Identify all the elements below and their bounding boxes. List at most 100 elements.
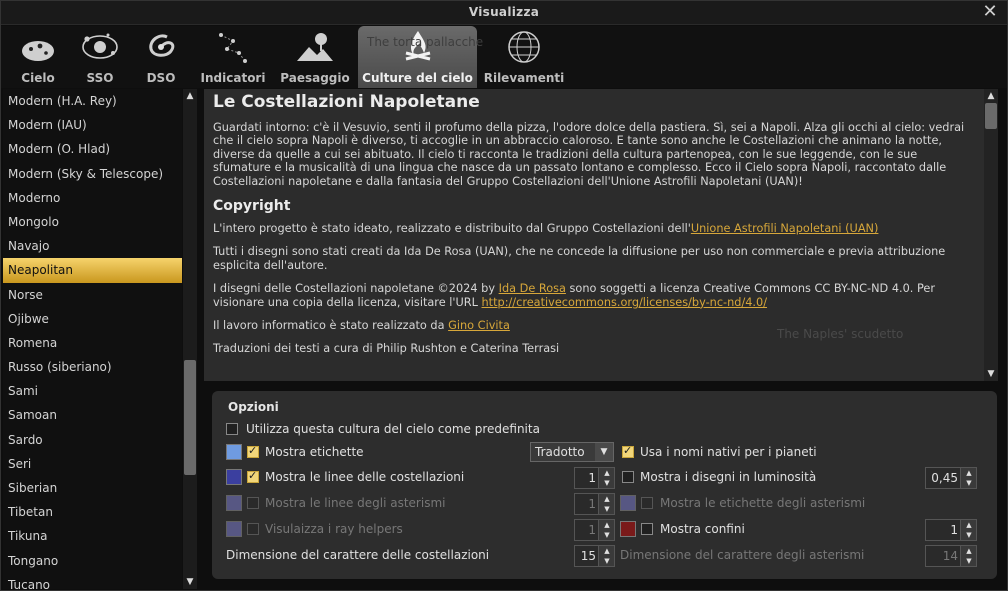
sky-culture-item[interactable]: Tucano <box>3 573 182 589</box>
close-icon[interactable]: ✕ <box>981 2 999 22</box>
sky-culture-item[interactable]: Sardo <box>3 428 182 452</box>
sky-culture-item[interactable]: Sami <box>3 379 182 403</box>
art-brightness-checkbox[interactable] <box>622 471 634 483</box>
ray-helpers-width-spinbox[interactable]: 1 ▲ ▼ <box>574 519 615 541</box>
license-link[interactable]: http://creativecommons.org/licenses/by-n… <box>482 296 768 309</box>
tab-cielo[interactable]: Cielo <box>7 26 69 88</box>
options-title: Opzioni <box>228 400 279 414</box>
sky-culture-item[interactable]: Samoan <box>3 403 182 427</box>
spin-down-icon[interactable]: ▼ <box>599 504 615 514</box>
scrollbar-thumb[interactable] <box>985 103 997 129</box>
tab-paesaggio[interactable]: Paesaggio <box>277 26 353 88</box>
ray-helpers-label: Visulaizza i ray helpers <box>265 522 403 536</box>
tab-label: SSO <box>86 71 114 85</box>
constellation-font-spinbox[interactable]: 15 ▲ ▼ <box>574 545 615 567</box>
constellation-lines-label: Mostra le linee delle costellazioni <box>265 470 465 484</box>
sky-culture-item[interactable]: Neapolitan <box>3 258 182 283</box>
title-bar[interactable]: Visualizza ✕ <box>1 1 1007 25</box>
asterism-font-spinbox[interactable]: 14 ▲ ▼ <box>925 545 977 567</box>
copyright-paragraph-5: Traduzioni dei testi a cura di Philip Ru… <box>213 342 560 356</box>
show-labels-checkbox[interactable] <box>247 444 259 458</box>
spin-up-icon[interactable]: ▲ <box>961 468 977 478</box>
labels-mode-select[interactable]: Tradotto ▼ <box>530 442 614 462</box>
ray-helpers-checkbox[interactable] <box>247 523 259 535</box>
sky-culture-item[interactable]: Ojibwe <box>3 307 182 331</box>
spin-down-icon[interactable]: ▼ <box>599 530 615 540</box>
spin-up-icon[interactable]: ▲ <box>961 520 977 530</box>
sky-culture-item[interactable]: Tibetan <box>3 500 182 524</box>
tab-indicatori[interactable]: Indicatori <box>197 26 269 88</box>
boundaries-checkbox[interactable] <box>641 523 653 535</box>
sky-culture-item[interactable]: Romena <box>3 331 182 355</box>
sky-culture-item[interactable]: Modern (O. Hlad) <box>3 137 182 161</box>
uan-link[interactable]: Unione Astrofili Napoletani (UAN) <box>691 222 879 235</box>
sky-culture-item[interactable]: Tongano <box>3 549 182 573</box>
ray-helpers-color-swatch[interactable] <box>226 521 242 537</box>
spin-down-icon[interactable]: ▼ <box>961 556 977 566</box>
spin-down-icon[interactable]: ▼ <box>961 530 977 540</box>
spinbox-buttons: ▲ ▼ <box>598 520 614 540</box>
tab-label: Culture del cielo <box>362 71 473 85</box>
spin-down-icon[interactable]: ▼ <box>599 478 615 488</box>
tab-label: Indicatori <box>200 71 266 85</box>
boundaries-color-swatch[interactable] <box>620 521 636 537</box>
art-brightness-spinbox[interactable]: 0,45 ▲ ▼ <box>925 467 977 489</box>
spinbox-value: 1 <box>950 523 958 537</box>
spinbox-value: 1 <box>588 471 596 485</box>
sky-culture-item[interactable]: Moderno <box>3 186 182 210</box>
sky-culture-list-scrollbar[interactable]: ▲ ▼ <box>183 89 197 589</box>
sky-culture-item[interactable]: Modern (H.A. Rey) <box>3 89 182 113</box>
scroll-up-icon[interactable]: ▲ <box>183 89 197 103</box>
sky-culture-item[interactable]: Russo (siberiano) <box>3 355 182 379</box>
scroll-up-icon[interactable]: ▲ <box>984 89 998 103</box>
sky-culture-item[interactable]: Norse <box>3 283 182 307</box>
description-scrollbar[interactable]: ▲ ▼ <box>984 89 998 381</box>
spin-up-icon[interactable]: ▲ <box>599 546 615 556</box>
sky-culture-item[interactable]: Tikuna <box>3 524 182 548</box>
scroll-down-icon[interactable]: ▼ <box>984 367 998 381</box>
tab-label: Paesaggio <box>280 71 350 85</box>
spin-down-icon[interactable]: ▼ <box>599 556 615 566</box>
scrollbar-thumb[interactable] <box>184 360 196 476</box>
spinbox-buttons: ▲ ▼ <box>598 546 614 566</box>
tab-rilevamenti[interactable]: Rilevamenti <box>483 26 565 88</box>
window-title: Visualizza <box>468 5 540 19</box>
asterism-labels-checkbox[interactable] <box>641 497 653 509</box>
sky-culture-list[interactable]: Modern (H.A. Rey) Modern (IAU) Modern (O. … <box>3 89 182 589</box>
tab-culture-del-cielo[interactable]: Culture del cielo <box>358 26 477 88</box>
lines-color-swatch[interactable] <box>226 469 242 485</box>
spin-up-icon[interactable]: ▲ <box>599 520 615 530</box>
ida-de-rosa-link[interactable]: Ida De Rosa <box>499 282 566 295</box>
sky-culture-description: Le Costellazioni Napoletane Guardati int… <box>204 89 984 381</box>
spin-down-icon[interactable]: ▼ <box>961 478 977 488</box>
sky-culture-item[interactable]: Navajo <box>3 234 182 258</box>
lines-width-spinbox[interactable]: 1 ▲ ▼ <box>574 467 615 489</box>
spin-up-icon[interactable]: ▲ <box>599 494 615 504</box>
spin-up-icon[interactable]: ▲ <box>961 546 977 556</box>
scroll-down-icon[interactable]: ▼ <box>183 575 197 589</box>
gino-civita-link[interactable]: Gino Civita <box>448 319 510 332</box>
spinbox-buttons: ▲ ▼ <box>598 494 614 514</box>
sky-culture-item[interactable]: Siberian <box>3 476 182 500</box>
asterism-labels-color-swatch[interactable] <box>620 495 636 511</box>
constellation-lines-checkbox[interactable] <box>247 469 259 483</box>
spinbox-value: 0,45 <box>931 471 958 485</box>
use-as-default-label: Utilizza questa cultura del cielo come p… <box>246 422 540 436</box>
labels-color-swatch[interactable] <box>226 444 242 460</box>
tab-label: DSO <box>146 71 176 85</box>
asterism-lines-width-spinbox[interactable]: 1 ▲ ▼ <box>574 493 615 515</box>
sky-culture-item[interactable]: Mongolo <box>3 210 182 234</box>
copyright-paragraph-2: Tutti i disegni sono stati creati da Ida… <box>213 245 946 272</box>
spin-up-icon[interactable]: ▲ <box>599 468 615 478</box>
use-as-default-checkbox[interactable] <box>226 423 238 435</box>
asterism-lines-color-swatch[interactable] <box>226 495 242 511</box>
sky-culture-item[interactable]: Modern (Sky & Telescope) <box>3 162 182 186</box>
sky-culture-item[interactable]: Modern (IAU) <box>3 113 182 137</box>
asterism-lines-checkbox[interactable] <box>247 497 259 509</box>
tab-bar: Cielo SSO DSO Indicatori Paesaggio Cultu… <box>1 26 1007 88</box>
tab-dso[interactable]: DSO <box>131 26 191 88</box>
native-planet-names-checkbox[interactable] <box>622 444 634 458</box>
tab-sso[interactable]: SSO <box>71 26 129 88</box>
boundaries-width-spinbox[interactable]: 1 ▲ ▼ <box>925 519 977 541</box>
sky-culture-item[interactable]: Seri <box>3 452 182 476</box>
